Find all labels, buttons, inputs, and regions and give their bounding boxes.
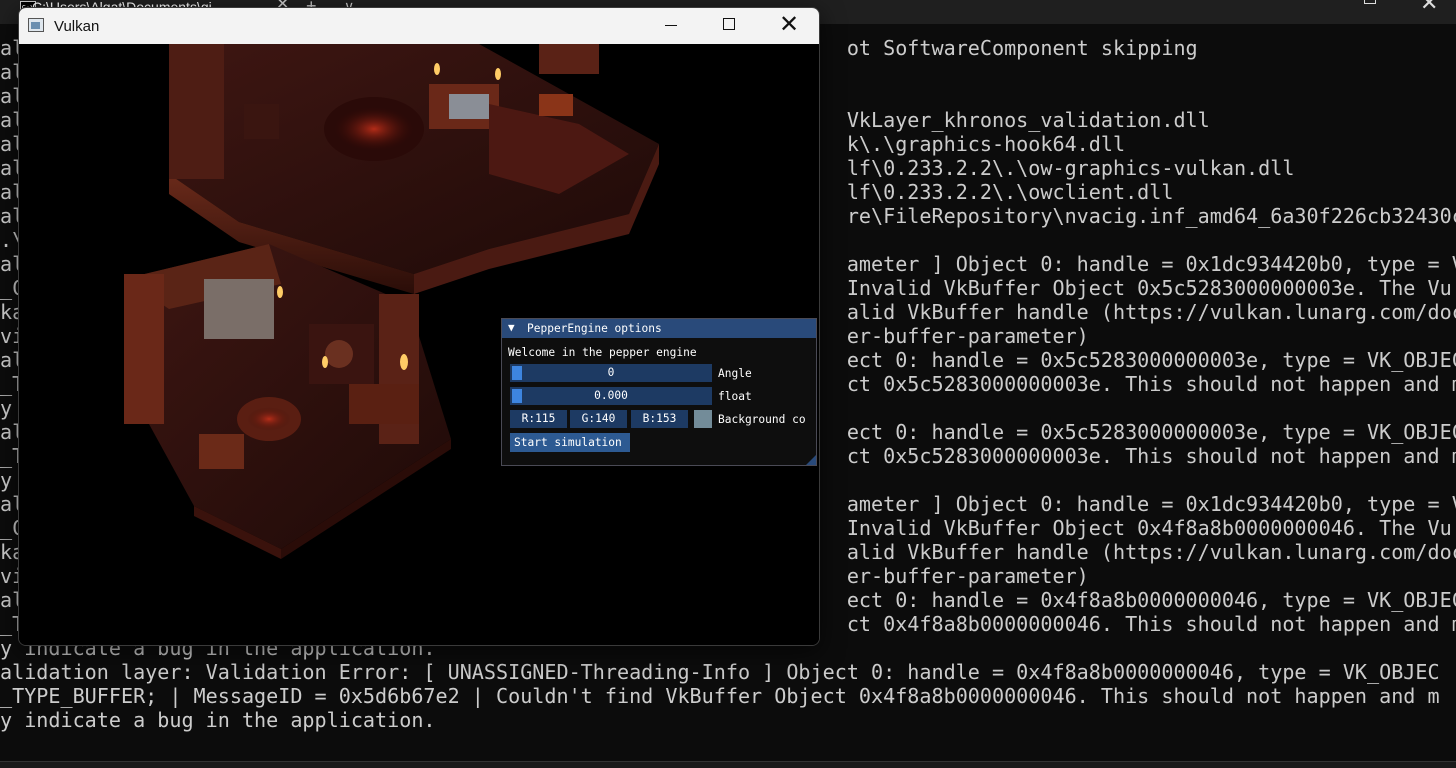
- window-title: Vulkan: [54, 18, 100, 35]
- welcome-text: Welcome in the pepper engine: [508, 346, 697, 359]
- terminal-line: y indicate a bug in the application.: [0, 708, 436, 732]
- panel-title: PepperEngine options: [527, 322, 662, 335]
- app-window-icon: [28, 18, 44, 32]
- red-channel-input[interactable]: R:115: [510, 410, 567, 428]
- resize-grip[interactable]: [806, 455, 816, 465]
- pepperengine-options-panel[interactable]: ▼ PepperEngine options Welcome in the pe…: [501, 318, 817, 466]
- close-button[interactable]: ✕: [779, 11, 799, 39]
- blue-channel-input[interactable]: B:153: [631, 410, 688, 428]
- terminal-line: alidation layer: Validation Error: [ UNA…: [0, 660, 1440, 684]
- minimize-button[interactable]: [665, 25, 677, 26]
- start-simulation-button[interactable]: Start simulation: [510, 433, 630, 452]
- float-slider[interactable]: 0.000: [510, 387, 712, 405]
- green-channel-input[interactable]: G:140: [570, 410, 627, 428]
- background-color-swatch[interactable]: [694, 410, 712, 428]
- render-viewport[interactable]: ▼ PepperEngine options Welcome in the pe…: [19, 44, 819, 645]
- terminal-close-button[interactable]: ✕: [1420, 0, 1438, 16]
- maximize-button[interactable]: [723, 18, 735, 30]
- terminal-line: _TYPE_BUFFER; | MessageID = 0x5d6b67e2 |…: [0, 684, 1440, 708]
- angle-label: Angle: [718, 367, 752, 380]
- float-value: 0.000: [594, 389, 628, 402]
- angle-value: 0: [607, 366, 615, 379]
- collapse-arrow-icon[interactable]: ▼: [508, 321, 515, 334]
- vulkan-titlebar[interactable]: Vulkan ✕: [19, 8, 819, 44]
- terminal-maximize-button[interactable]: [1364, 0, 1376, 4]
- background-color-label: Background co: [718, 413, 806, 426]
- angle-slider[interactable]: 0: [510, 364, 712, 382]
- lower-room: [124, 244, 451, 559]
- panel-titlebar[interactable]: ▼ PepperEngine options: [502, 319, 816, 338]
- vulkan-window[interactable]: Vulkan ✕ ▼ PepperEngine options Welcome …: [18, 7, 820, 646]
- float-label: float: [718, 390, 752, 403]
